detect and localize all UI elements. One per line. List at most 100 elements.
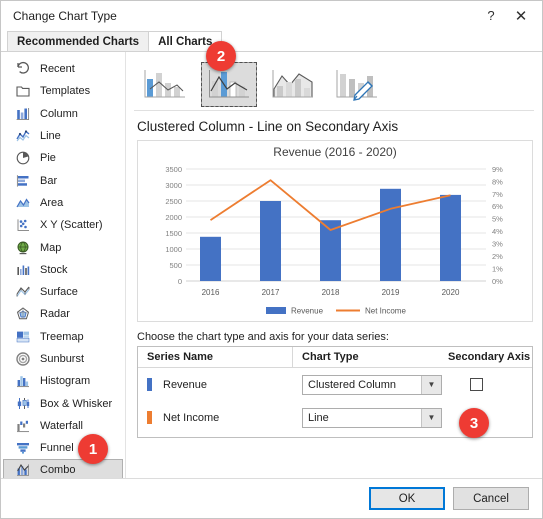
annotation-badge-2: 2 (206, 41, 236, 71)
sidebar-item-label: Sunburst (40, 353, 85, 365)
chart-type-value-revenue: Clustered Column (308, 378, 397, 391)
svg-text:0: 0 (178, 277, 182, 286)
svg-text:1%: 1% (492, 264, 503, 273)
stock-icon (17, 265, 30, 275)
sidebar-item-label: Radar (40, 308, 70, 321)
table-row: Revenue Clustered Column ▼ (138, 368, 532, 401)
sidebar-item-stock[interactable]: Stock (3, 259, 123, 281)
combo-icon (17, 464, 29, 477)
series-color-swatch-net-income (147, 411, 152, 424)
chart-y2-axis-labels: 9% 8% 7% 6% 5% 4% 3% 2% 1% 0% (492, 165, 503, 286)
sunburst-icon (16, 352, 30, 366)
radar-icon (16, 307, 30, 320)
svg-text:3%: 3% (492, 240, 503, 249)
sidebar-item-bar[interactable]: Bar (3, 169, 123, 191)
chevron-down-icon[interactable]: ▼ (421, 408, 441, 427)
svg-text:4%: 4% (492, 227, 503, 236)
waterfall-icon (17, 420, 29, 432)
legend-swatch-revenue (266, 307, 286, 314)
chart-legend: Revenue Net Income (266, 307, 406, 316)
sidebar-item-recent[interactable]: Recent (3, 58, 123, 80)
svg-text:1000: 1000 (165, 245, 182, 254)
scatter-icon (17, 219, 29, 232)
help-button[interactable]: ? (476, 4, 506, 28)
sidebar-item-templates[interactable]: Templates (3, 80, 123, 102)
sidebar-item-label: Area (40, 196, 64, 209)
series-name-revenue: Revenue (163, 378, 208, 391)
svg-text:500: 500 (169, 261, 182, 270)
svg-text:0%: 0% (492, 277, 503, 286)
svg-text:2000: 2000 (165, 213, 182, 222)
tab-recommended-charts[interactable]: Recommended Charts (7, 31, 150, 51)
treemap-icon (16, 331, 30, 342)
series-table-header: Series Name Chart Type Secondary Axis (138, 347, 532, 368)
sidebar-item-map[interactable]: Map (3, 236, 123, 258)
sidebar-item-waterfall[interactable]: Waterfall (3, 415, 123, 437)
sidebar-item-label: Templates (40, 85, 91, 98)
sidebar-item-surface[interactable]: Surface (3, 281, 123, 303)
sidebar-item-label: Line (40, 130, 61, 143)
sidebar-item-label: Stock (40, 263, 68, 276)
recent-icon (17, 62, 29, 74)
sidebar-item-line[interactable]: Line (3, 125, 123, 147)
column-icon (16, 107, 30, 120)
legend-label-revenue: Revenue (291, 307, 324, 316)
ok-button[interactable]: OK (369, 487, 445, 510)
sidebar-item-label: Bar (40, 174, 58, 187)
sidebar-item-label: Column (40, 107, 78, 120)
sidebar-item-box-whisker[interactable]: Box & Whisker (3, 392, 123, 414)
chart-title: Revenue (2016 - 2020) (273, 145, 396, 159)
sidebar-item-sunburst[interactable]: Sunburst (3, 348, 123, 370)
thumbnail-stacked-area-clustered-column[interactable] (265, 61, 321, 107)
series-name-net-income: Net Income (163, 411, 220, 424)
close-icon[interactable]: ✕ (506, 4, 536, 28)
sidebar-item-label: Histogram (40, 375, 91, 388)
sidebar-item-treemap[interactable]: Treemap (3, 326, 123, 348)
svg-text:2019: 2019 (382, 288, 400, 297)
chart-x-axis-labels: 2016 2017 2018 2019 2020 (202, 288, 460, 297)
sidebar-item-label: Map (40, 241, 62, 254)
legend-label-net-income: Net Income (365, 307, 406, 316)
svg-text:2017: 2017 (262, 288, 280, 297)
svg-text:3500: 3500 (165, 165, 182, 174)
series-section-caption: Choose the chart type and axis for your … (137, 331, 389, 343)
thumbnail-custom-combination[interactable] (329, 61, 385, 107)
svg-text:7%: 7% (492, 190, 503, 199)
chart-type-dropdown-revenue[interactable]: Clustered Column ▼ (302, 374, 442, 395)
map-icon (17, 241, 29, 254)
surface-icon (16, 286, 30, 297)
secondary-axis-checkbox-revenue[interactable] (469, 378, 483, 391)
chevron-down-icon[interactable]: ▼ (421, 375, 441, 394)
chart-type-dropdown-net-income[interactable]: Line ▼ (302, 407, 442, 428)
svg-text:1500: 1500 (165, 229, 182, 238)
svg-text:9%: 9% (492, 165, 503, 174)
chart-category-sidebar: Recent Templates Column Line Pie Bar Are… (1, 52, 126, 478)
svg-text:8%: 8% (492, 177, 503, 186)
sidebar-item-pie[interactable]: Pie (3, 147, 123, 169)
annotation-badge-3: 3 (459, 408, 489, 438)
tabstrip: Recommended Charts All Charts (1, 30, 542, 51)
preview-chart-svg: Revenue (2016 - 2020) 3500 3000 2500 200… (165, 145, 503, 316)
pie-icon (16, 151, 30, 165)
box-whisker-icon (17, 397, 30, 409)
sidebar-item-radar[interactable]: Radar (3, 303, 123, 325)
dialog-title: Change Chart Type (13, 8, 117, 23)
thumbnail-clustered-column-line[interactable] (137, 61, 193, 107)
svg-text:2%: 2% (492, 252, 503, 261)
sidebar-item-combo[interactable]: Combo (3, 459, 123, 478)
sidebar-item-label: X Y (Scatter) (40, 219, 103, 232)
sidebar-item-area[interactable]: Area (3, 192, 123, 214)
cancel-button[interactable]: Cancel (453, 487, 529, 510)
sidebar-item-column[interactable]: Column (3, 103, 123, 125)
svg-text:5%: 5% (492, 215, 503, 224)
column-header-secondary-axis: Secondary Axis (448, 351, 531, 363)
sidebar-item-label: Pie (40, 152, 56, 165)
sidebar-item-label: Combo (40, 464, 76, 477)
sidebar-item-xy-scatter[interactable]: X Y (Scatter) (3, 214, 123, 236)
svg-text:2018: 2018 (322, 288, 340, 297)
combo-variant-thumbnails (134, 58, 534, 111)
annotation-badge-1: 1 (78, 434, 108, 464)
chart-preview: Revenue (2016 - 2020) 3500 3000 2500 200… (137, 140, 533, 322)
funnel-icon (17, 443, 29, 454)
sidebar-item-histogram[interactable]: Histogram (3, 370, 123, 392)
